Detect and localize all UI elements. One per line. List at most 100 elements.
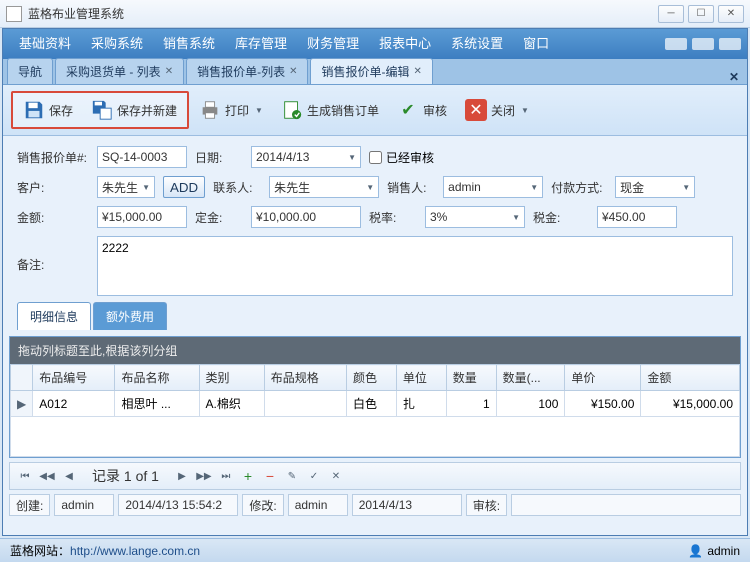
check-icon: ✔: [397, 99, 419, 121]
save-and-new-button[interactable]: 保存并新建: [83, 95, 185, 125]
window-close-button[interactable]: ✕: [718, 5, 744, 23]
tax-field: ¥450.00: [597, 206, 677, 228]
remarks-label: 备注:: [17, 236, 89, 273]
audit-label: 审核:: [466, 494, 507, 516]
nav-next-button[interactable]: ▶: [173, 467, 191, 485]
nav-cancel-button[interactable]: ✕: [327, 467, 345, 485]
col-amount[interactable]: 金额: [641, 365, 740, 391]
menu-inventory[interactable]: 库存管理: [225, 29, 297, 59]
main-menubar: 基础资料 采购系统 销售系统 库存管理 财务管理 报表中心 系统设置 窗口: [3, 29, 747, 59]
nav-check-button[interactable]: ✓: [305, 467, 323, 485]
menu-purchase[interactable]: 采购系统: [81, 29, 153, 59]
tab-navigation[interactable]: 导航: [7, 58, 53, 84]
tab-sales-quote-edit[interactable]: 销售报价单-编辑✕: [310, 58, 432, 84]
quote-no-label: 销售报价单#:: [17, 149, 89, 166]
nav-first-button[interactable]: ⏮: [16, 467, 34, 485]
chevron-down-icon[interactable]: ▼: [521, 106, 529, 115]
chevron-down-icon: ▼: [530, 183, 538, 192]
close-icon[interactable]: ✕: [413, 66, 421, 77]
grid-header-row: 布品编号 布品名称 类别 布品规格 颜色 单位 数量 数量(... 单价 金额: [11, 365, 740, 391]
generate-sales-order-button[interactable]: 生成销售订单: [273, 95, 387, 125]
modify-user: admin: [288, 494, 348, 516]
menu-settings[interactable]: 系统设置: [441, 29, 513, 59]
tab-sales-quote-list[interactable]: 销售报价单-列表✕: [186, 58, 308, 84]
tab-purchase-return-list[interactable]: 采购退货单 - 列表✕: [55, 58, 184, 84]
site-link[interactable]: http://www.lange.com.cn: [70, 544, 200, 558]
amount-field: ¥15,000.00: [97, 206, 187, 228]
print-button[interactable]: 打印▼: [191, 95, 271, 125]
col-price[interactable]: 单价: [565, 365, 641, 391]
chevron-down-icon: ▼: [142, 183, 150, 192]
salesman-label: 销售人:: [387, 179, 435, 196]
nav-last-button[interactable]: ⏭: [217, 467, 235, 485]
close-icon: ✕: [465, 99, 487, 121]
menu-sales[interactable]: 销售系统: [153, 29, 225, 59]
col-category[interactable]: 类别: [199, 365, 264, 391]
nav-prev-page-button[interactable]: ◀◀: [38, 467, 56, 485]
chevron-down-icon: ▼: [348, 153, 356, 162]
save-button[interactable]: 保存: [15, 95, 81, 125]
nav-delete-button[interactable]: −: [261, 467, 279, 485]
group-by-hint[interactable]: 拖动列标题至此,根据该列分组: [10, 337, 740, 364]
add-customer-button[interactable]: ADD: [163, 176, 205, 198]
menu-reports[interactable]: 报表中心: [369, 29, 441, 59]
tabs-close-all[interactable]: ✕: [729, 70, 739, 84]
menu-basic-data[interactable]: 基础资料: [9, 29, 81, 59]
chevron-down-icon: ▼: [512, 213, 520, 222]
col-qty[interactable]: 数量: [446, 365, 496, 391]
amount-label: 金额:: [17, 209, 89, 226]
tax-rate-field[interactable]: 3%▼: [425, 206, 525, 228]
quote-no-field[interactable]: SQ-14-0003: [97, 146, 187, 168]
audit-button[interactable]: ✔ 审核: [389, 95, 455, 125]
create-label: 创建:: [9, 494, 50, 516]
tab-extra-fee[interactable]: 额外费用: [93, 302, 167, 330]
deposit-field[interactable]: ¥10,000.00: [251, 206, 361, 228]
audit-user: [511, 494, 741, 516]
contact-field[interactable]: 朱先生▼: [269, 176, 379, 198]
highlighted-save-group: 保存 保存并新建: [11, 91, 189, 129]
table-row[interactable]: ▶ A012 相思叶 ... A.棉织 白色 扎 1 100 ¥150.00 ¥…: [11, 391, 740, 417]
salesman-field[interactable]: admin▼: [443, 176, 543, 198]
app-icon: [6, 6, 22, 22]
nav-edit-button[interactable]: ✎: [283, 467, 301, 485]
remarks-textarea[interactable]: [97, 236, 733, 296]
menu-window[interactable]: 窗口: [513, 29, 559, 59]
menu-finance[interactable]: 财务管理: [297, 29, 369, 59]
close-icon[interactable]: ✕: [289, 66, 297, 77]
date-label: 日期:: [195, 149, 243, 166]
close-button[interactable]: ✕ 关闭▼: [457, 95, 537, 125]
user-icon: 👤: [688, 544, 703, 558]
status-user: admin: [707, 544, 740, 558]
col-unit[interactable]: 单位: [396, 365, 446, 391]
toolbar: 保存 保存并新建 打印▼ 生成销售订单 ✔ 审核 ✕: [11, 91, 739, 129]
nav-prev-button[interactable]: ◀: [60, 467, 78, 485]
audited-checkbox[interactable]: 已经审核: [369, 149, 434, 166]
tax-label: 税金:: [533, 209, 589, 226]
col-spec[interactable]: 布品规格: [264, 365, 346, 391]
nav-add-button[interactable]: +: [239, 467, 257, 485]
date-field[interactable]: 2014/4/13▼: [251, 146, 361, 168]
window-titlebar: 蓝格布业管理系统 ─ ☐ ✕: [0, 0, 750, 28]
nav-next-page-button[interactable]: ▶▶: [195, 467, 213, 485]
chevron-down-icon[interactable]: ▼: [255, 106, 263, 115]
modify-time: 2014/4/13: [352, 494, 462, 516]
record-navigator: ⏮ ◀◀ ◀ 记录 1 of 1 ▶ ▶▶ ⏭ + − ✎ ✓ ✕: [9, 462, 741, 490]
customer-field[interactable]: 朱先生▼: [97, 176, 155, 198]
pay-method-field[interactable]: 现金▼: [615, 176, 695, 198]
window-minimize-button[interactable]: ─: [658, 5, 684, 23]
save-new-icon: [91, 99, 113, 121]
customer-label: 客户:: [17, 179, 89, 196]
col-code[interactable]: 布品编号: [33, 365, 115, 391]
deposit-label: 定金:: [195, 209, 243, 226]
chevron-down-icon: ▼: [682, 183, 690, 192]
audit-info-bar: 创建: admin 2014/4/13 15:54:2 修改: admin 20…: [9, 494, 741, 516]
col-name[interactable]: 布品名称: [115, 365, 199, 391]
print-icon: [199, 99, 221, 121]
close-icon[interactable]: ✕: [165, 66, 173, 77]
window-maximize-button[interactable]: ☐: [688, 5, 714, 23]
detail-grid: 拖动列标题至此,根据该列分组 布品编号 布品名称 类别 布品规格 颜色 单位 数…: [9, 336, 741, 458]
tab-detail-info[interactable]: 明细信息: [17, 302, 91, 330]
create-time: 2014/4/13 15:54:2: [118, 494, 238, 516]
col-qty2[interactable]: 数量(...: [496, 365, 565, 391]
col-color[interactable]: 颜色: [346, 365, 396, 391]
